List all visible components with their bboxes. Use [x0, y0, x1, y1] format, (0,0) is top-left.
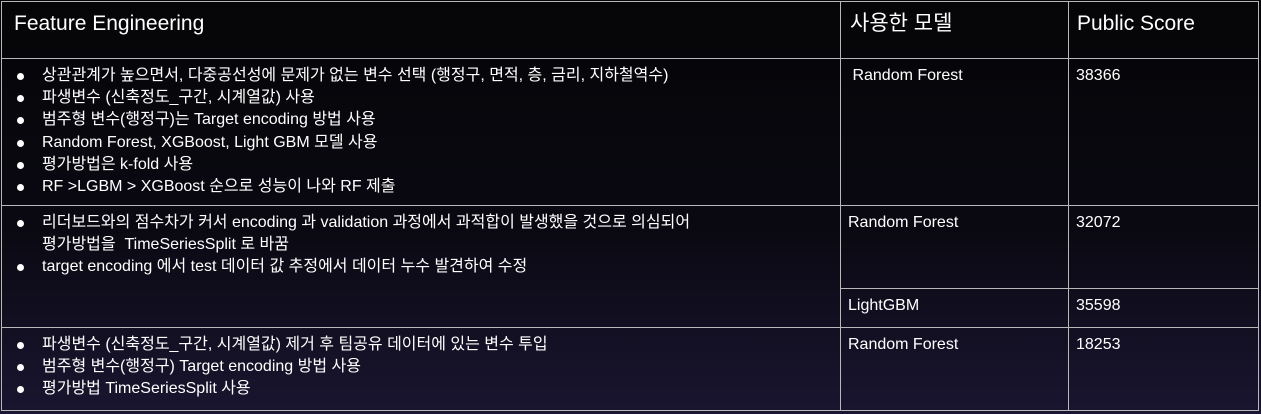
bullet-icon: [17, 117, 24, 125]
bullet-icon: [17, 184, 24, 192]
model-cell: Random Forest: [840, 327, 1069, 411]
bullet-icon: [17, 364, 24, 372]
table-row: 상관관계가 높으면서, 다중공선성에 문제가 없는 변수 선택 (행정구, 면적…: [1, 58, 1259, 206]
score-cell: 35598: [1068, 288, 1259, 328]
model-name: Random Forest: [848, 214, 959, 231]
feature-text: Random Forest, XGBoost, Light GBM 모델 사용: [42, 133, 378, 151]
list-item: 평가방법 TimeSeriesSplit 사용: [16, 378, 840, 400]
feature-cell: 파생변수 (신축정도_구간, 시계열값) 제거 후 팀공유 데이터에 있는 변수…: [1, 327, 841, 411]
feature-text: 범주형 변수(행정구)는 Target encoding 방법 사용: [42, 111, 376, 129]
public-score-value: 35598: [1076, 297, 1121, 314]
list-item: RF >LGBM > XGBoost 순으로 성능이 나와 RF 제출: [16, 176, 840, 198]
list-item: 리더보드와의 점수차가 커서 encoding 과 validation 과정에…: [16, 212, 840, 256]
header-public-score: Public Score: [1068, 1, 1259, 59]
bullet-icon: [17, 264, 24, 272]
list-item: target encoding 에서 test 데이터 값 추정에서 데이터 누…: [16, 256, 840, 278]
feature-text: 파생변수 (신축정도_구간, 시계열값) 사용: [42, 89, 315, 107]
bullet-icon: [17, 161, 24, 169]
bullet-icon: [17, 95, 24, 103]
table-row: 파생변수 (신축정도_구간, 시계열값) 제거 후 팀공유 데이터에 있는 변수…: [1, 327, 1259, 411]
bullet-icon: [17, 139, 24, 147]
bullet-icon: [17, 220, 24, 227]
list-item: 상관관계가 높으면서, 다중공선성에 문제가 없는 변수 선택 (행정구, 면적…: [16, 65, 840, 87]
model-cell: Random Forest: [840, 205, 1069, 289]
model-name: Random Forest: [848, 67, 963, 84]
list-item: 파생변수 (신축정도_구간, 시계열값) 제거 후 팀공유 데이터에 있는 변수…: [16, 334, 840, 356]
bullet-icon: [17, 386, 24, 394]
list-item: 평가방법은 k-fold 사용: [16, 154, 840, 176]
bullet-icon: [17, 73, 24, 80]
list-item: 파생변수 (신축정도_구간, 시계열값) 사용: [16, 87, 840, 109]
feature-text: 상관관계가 높으면서, 다중공선성에 문제가 없는 변수 선택 (행정구, 면적…: [42, 67, 669, 84]
bullet-icon: [17, 342, 24, 349]
feature-text: target encoding 에서 test 데이터 값 추정에서 데이터 누…: [42, 258, 528, 276]
feature-cell: 상관관계가 높으면서, 다중공선성에 문제가 없는 변수 선택 (행정구, 면적…: [1, 58, 841, 206]
public-score-value: 18253: [1076, 336, 1121, 353]
header-model: 사용한 모델: [840, 1, 1069, 59]
score-cell: 38366: [1068, 58, 1259, 206]
results-table: Feature Engineering 사용한 모델 Public Score …: [1, 1, 1259, 411]
list-item: Random Forest, XGBoost, Light GBM 모델 사용: [16, 132, 840, 154]
model-cell: LightGBM: [840, 288, 1069, 328]
public-score-value: 38366: [1076, 67, 1121, 84]
list-item: 범주형 변수(행정구) Target encoding 방법 사용: [16, 356, 840, 378]
public-score-value: 32072: [1076, 214, 1121, 231]
feature-text: 범주형 변수(행정구) Target encoding 방법 사용: [42, 358, 361, 376]
feature-cell: 리더보드와의 점수차가 커서 encoding 과 validation 과정에…: [1, 205, 841, 328]
feature-text: 파생변수 (신축정도_구간, 시계열값) 제거 후 팀공유 데이터에 있는 변수…: [42, 336, 548, 353]
feature-list: 리더보드와의 점수차가 커서 encoding 과 validation 과정에…: [2, 206, 840, 279]
feature-text: 평가방법은 k-fold 사용: [42, 155, 194, 173]
model-name: LightGBM: [848, 297, 920, 314]
model-cell: Random Forest: [840, 58, 1069, 206]
score-cell: 18253: [1068, 327, 1259, 411]
list-item: 범주형 변수(행정구)는 Target encoding 방법 사용: [16, 109, 840, 131]
feature-text: 리더보드와의 점수차가 커서 encoding 과 validation 과정에…: [42, 214, 691, 254]
feature-list: 파생변수 (신축정도_구간, 시계열값) 제거 후 팀공유 데이터에 있는 변수…: [2, 328, 840, 401]
feature-text: RF >LGBM > XGBoost 순으로 성능이 나와 RF 제출: [42, 178, 396, 196]
header-row: Feature Engineering 사용한 모델 Public Score: [1, 1, 1259, 59]
feature-list: 상관관계가 높으면서, 다중공선성에 문제가 없는 변수 선택 (행정구, 면적…: [2, 59, 840, 198]
score-cell: 32072: [1068, 205, 1259, 289]
model-name: Random Forest: [848, 336, 959, 353]
feature-text: 평가방법 TimeSeriesSplit 사용: [42, 380, 251, 398]
table-row: 리더보드와의 점수차가 커서 encoding 과 validation 과정에…: [1, 205, 1259, 328]
header-feature-engineering: Feature Engineering: [1, 1, 841, 59]
